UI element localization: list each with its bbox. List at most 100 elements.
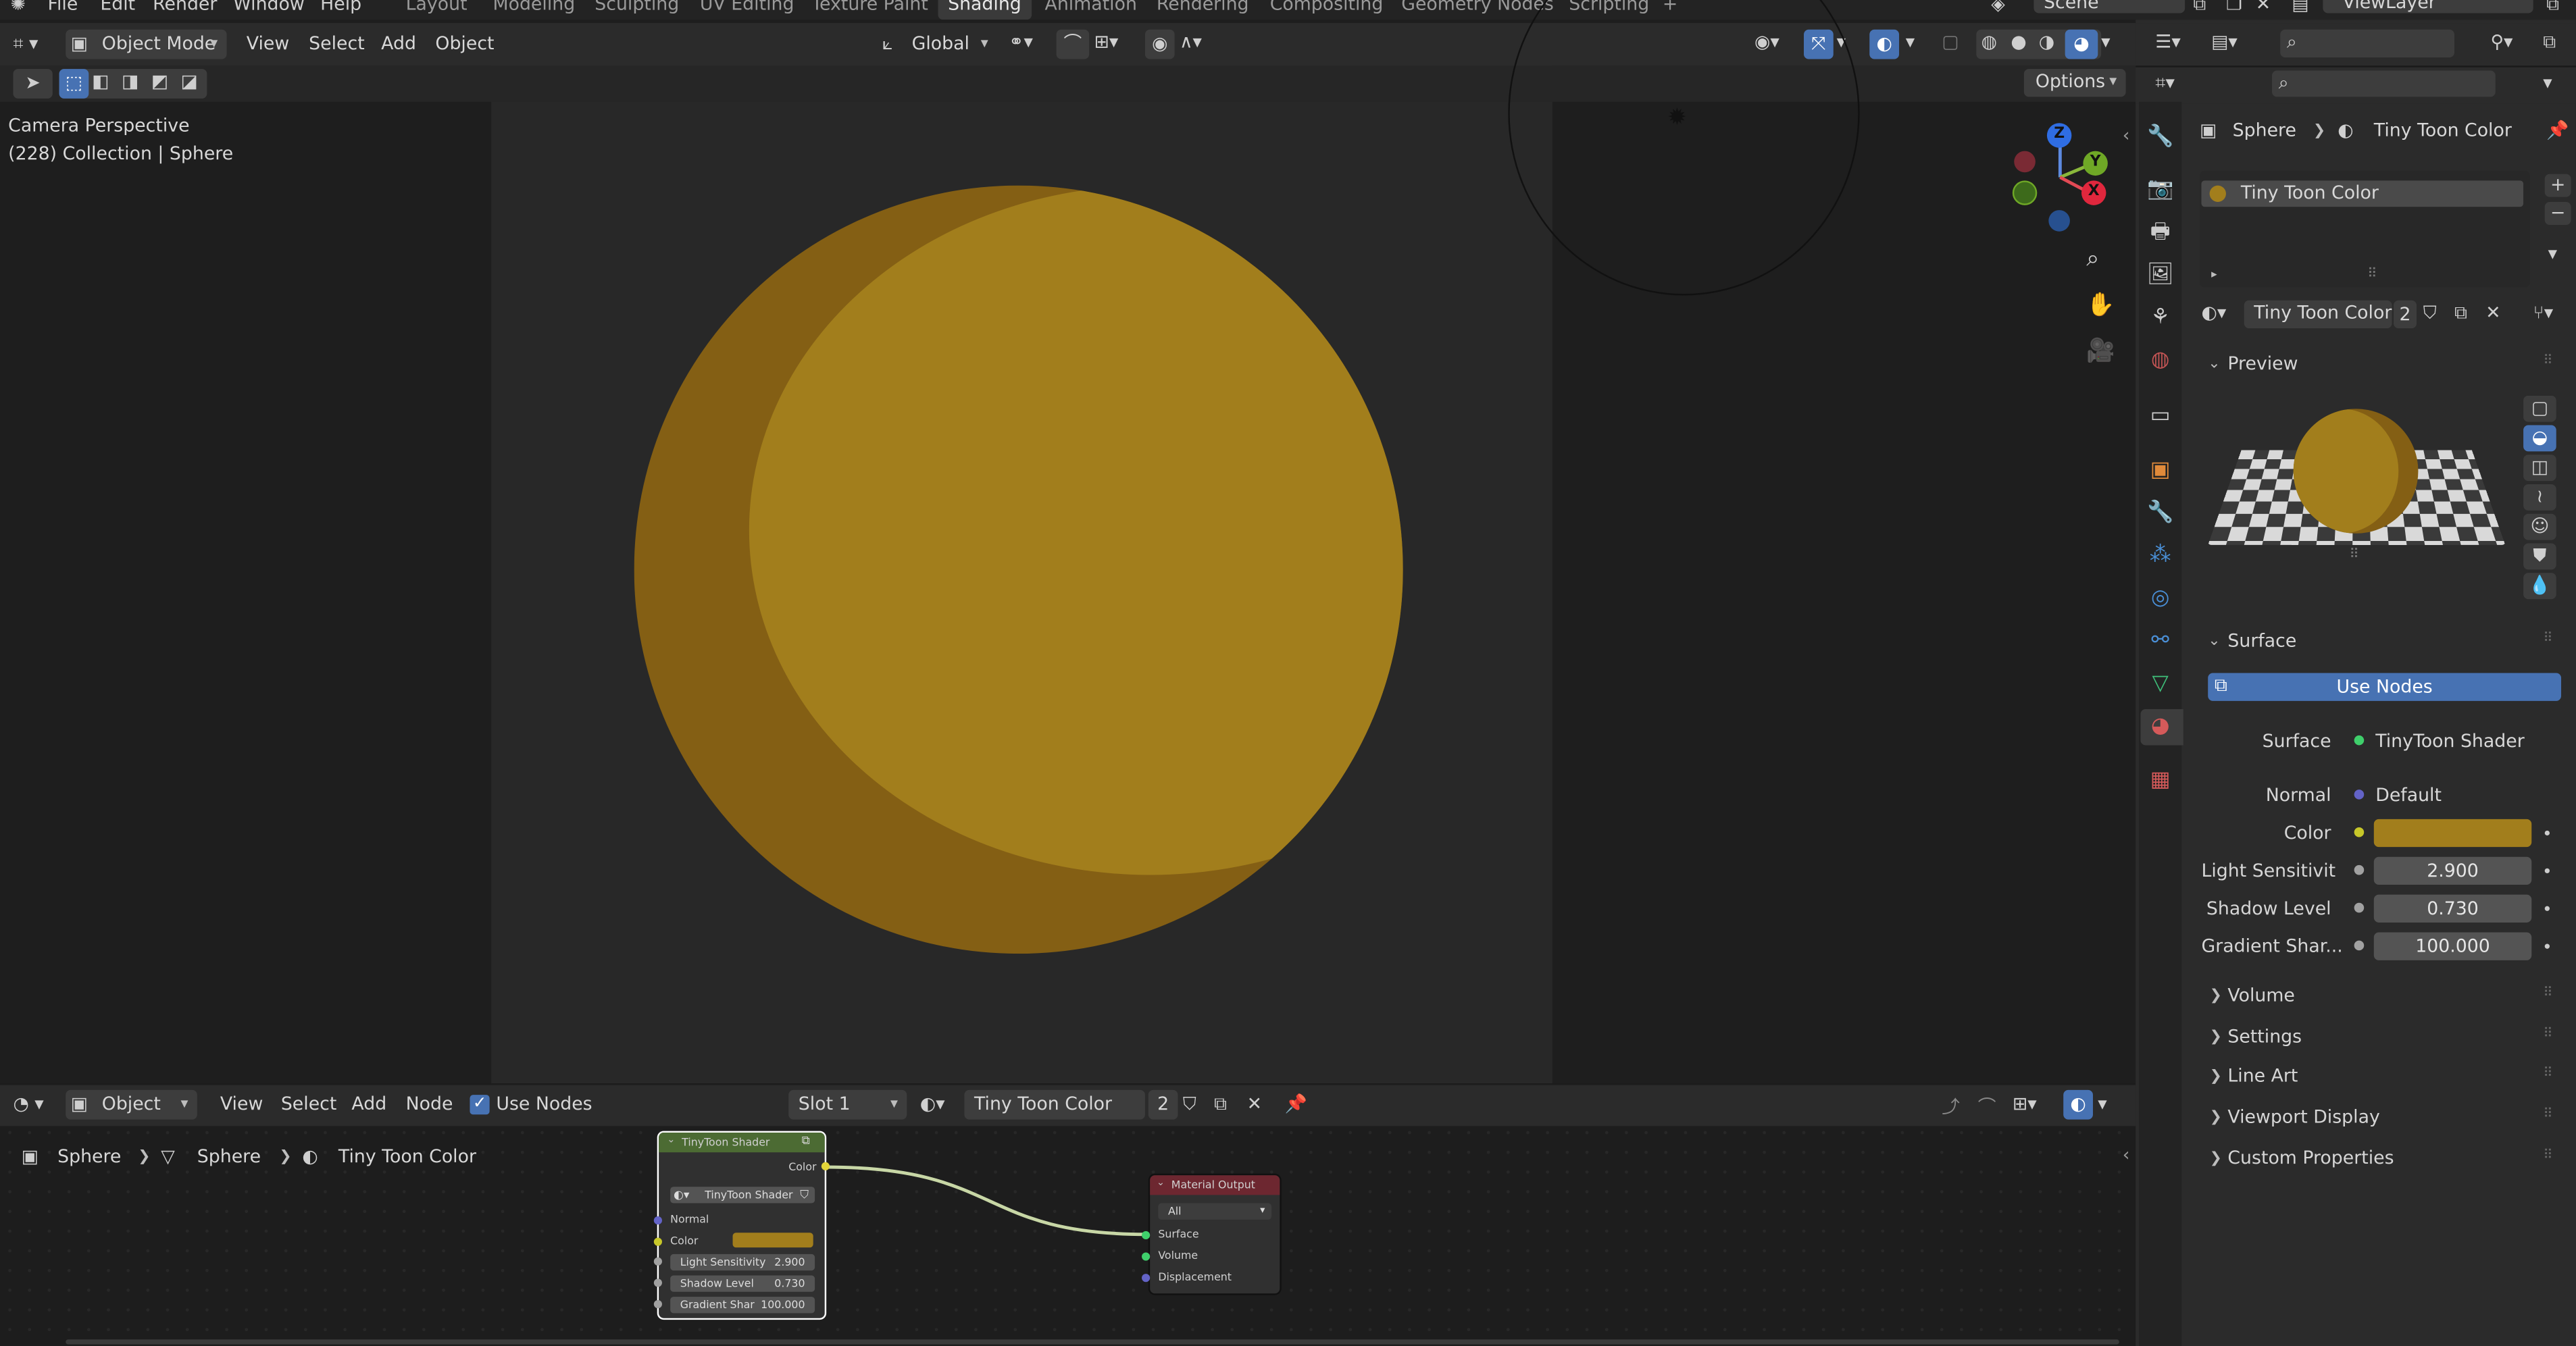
duplicate-material-icon[interactable]: ⧉ — [1214, 1093, 1227, 1116]
node-menu-view[interactable]: View — [220, 1093, 263, 1115]
node-object-selector[interactable]: ▣ Object ▾ — [66, 1089, 197, 1120]
menu-file[interactable]: File — [48, 0, 78, 15]
chevron-right-icon[interactable]: ❯ — [2210, 1151, 2222, 1167]
node-material-name-field[interactable]: Tiny Toon Color — [964, 1089, 1145, 1120]
tab-layout[interactable]: Layout — [406, 0, 468, 15]
preview-sphere-button[interactable]: ◒ — [2523, 425, 2556, 452]
parent-node-icon[interactable]: ⤴ — [1942, 1093, 1960, 1120]
settings-panel-header[interactable]: Settings — [2227, 1026, 2302, 1047]
preview-cube-button[interactable]: ◫ — [2523, 455, 2556, 482]
render-tab-icon[interactable]: 📷 — [2144, 174, 2177, 207]
shadow-level-field[interactable]: 0.730 — [2373, 894, 2532, 923]
node-menu-select[interactable]: Select — [281, 1093, 337, 1115]
node-material-users[interactable]: 2 — [1148, 1089, 1178, 1120]
socket-input-normal[interactable] — [653, 1216, 662, 1225]
socket-input-volume[interactable] — [1142, 1252, 1151, 1261]
shading-dropdown-icon[interactable]: ▾ — [2101, 31, 2110, 53]
select-extend-icon[interactable]: ◧ — [92, 71, 109, 93]
node-link-color-surface[interactable] — [822, 1158, 1158, 1248]
world-tab-icon[interactable]: ◍ — [2144, 344, 2177, 378]
view-layer-tab-icon[interactable]: 🖼 — [2144, 259, 2177, 292]
node-overlay-toggle[interactable]: ◐ — [2063, 1089, 2093, 1120]
blender-logo-icon[interactable]: ✺ — [7, 0, 30, 15]
outliner-search-input[interactable]: ⌕ — [2280, 29, 2454, 58]
pivot-icon[interactable]: ⚭▾ — [1009, 31, 1033, 53]
normal-input[interactable]: Default — [2371, 781, 2535, 809]
tab-geometry-nodes[interactable]: Geometry Nodes — [1401, 0, 1554, 15]
surface-shader-selector[interactable]: TinyToon Shader — [2371, 727, 2535, 755]
new-collection-icon[interactable]: ⧉ — [2543, 31, 2556, 54]
duplicate-material-icon[interactable]: ⧉ — [2454, 302, 2467, 325]
socket-input-color[interactable] — [653, 1237, 662, 1246]
chevron-right-icon[interactable]: ❯ — [2210, 1110, 2222, 1126]
node-light-sensitivity-field[interactable]: Light Sensitivity 2.900 — [670, 1253, 815, 1271]
material-browse-icon[interactable]: ◐▾ — [2201, 302, 2226, 323]
preview-flat-button[interactable]: ▢ — [2523, 395, 2556, 422]
fake-user-icon[interactable]: ⛉ — [2423, 302, 2437, 325]
material-browse-icon[interactable]: ◐▾ — [920, 1093, 945, 1115]
select-new-button[interactable]: ⬚ — [59, 69, 89, 99]
preview-monkey-button[interactable]: ☺ — [2523, 513, 2556, 540]
scene-copy-icon[interactable]: ❐ — [2226, 0, 2242, 15]
material-users[interactable]: 2 — [2393, 300, 2417, 329]
viewport-menu-add[interactable]: Add — [381, 33, 416, 55]
properties-search-input[interactable]: ⌕ — [2272, 70, 2496, 97]
options-dropdown[interactable]: Options ▾ — [2023, 69, 2126, 97]
node-snap-target-icon[interactable]: ⊞▾ — [2013, 1093, 2037, 1115]
collection-tab-icon[interactable]: ▭ — [2144, 400, 2177, 434]
chevron-right-icon[interactable]: ❯ — [2210, 1068, 2222, 1085]
output-target-selector[interactable]: All ▾ — [1158, 1203, 1272, 1220]
scene-icon[interactable]: ◈ — [1991, 0, 2005, 15]
node-gradient-sharpness-field[interactable]: Gradient Shar 100.000 — [670, 1297, 815, 1314]
gizmo-z-axis[interactable]: Z — [2046, 123, 2072, 148]
select-intersect-icon[interactable]: ◪ — [180, 71, 197, 93]
gizmo-x-axis[interactable]: X — [2081, 180, 2106, 205]
fake-user-icon[interactable]: ⛉ — [1183, 1093, 1196, 1116]
use-nodes-button[interactable]: ⧉ Use Nodes — [2208, 673, 2562, 701]
zoom-icon[interactable]: ⌕ — [2086, 247, 2099, 273]
mode-selector[interactable]: ▣ Object Mode ▾ — [66, 29, 227, 59]
pin-icon[interactable]: 📌 — [1285, 1093, 1307, 1115]
falloff-icon[interactable]: ∧▾ — [1180, 31, 1202, 53]
drag-handle[interactable]: ⠿ — [2543, 985, 2552, 1000]
snap-toggle[interactable]: ⌒ — [1056, 29, 1090, 59]
resize-handle[interactable]: ⠿ — [2349, 546, 2358, 561]
custom-properties-panel-header[interactable]: Custom Properties — [2227, 1147, 2394, 1169]
properties-options-icon[interactable]: ▾ — [2543, 72, 2552, 94]
tab-uv-editing[interactable]: UV Editing — [700, 0, 794, 15]
viewport-display-panel-header[interactable]: Viewport Display — [2227, 1106, 2379, 1128]
proportional-edit-toggle[interactable]: ◉ — [1144, 29, 1175, 59]
drag-handle[interactable]: ⠿ — [2543, 353, 2552, 368]
rendered-shading-button[interactable]: ◕ — [2065, 29, 2098, 59]
gradient-sharpness-field[interactable]: 100.000 — [2373, 932, 2532, 960]
tab-sculpting[interactable]: Sculpting — [595, 0, 679, 15]
sidebar-toggle-icon[interactable]: ‹ — [2123, 125, 2130, 147]
keyframe-dot[interactable] — [2544, 830, 2550, 836]
node-menu-add[interactable]: Add — [351, 1093, 386, 1115]
hand-pan-icon[interactable]: ✋ — [2086, 292, 2115, 319]
overlay-dropdown-icon[interactable]: ▾ — [1906, 31, 1915, 53]
collapse-chevron-icon[interactable]: ⌄ — [667, 1134, 675, 1145]
unlink-material-icon[interactable]: ✕ — [2485, 302, 2500, 323]
sphere-object[interactable] — [634, 185, 1403, 954]
tab-texture-paint[interactable]: Texture Paint — [811, 0, 928, 15]
tab-shading[interactable]: Shading — [938, 0, 1032, 20]
tab-compositing[interactable]: Compositing — [1270, 0, 1384, 15]
camera-view-icon[interactable]: 🎥 — [2086, 338, 2115, 365]
solid-shading-icon[interactable]: ● — [2011, 31, 2026, 53]
socket-input-surface[interactable] — [1142, 1231, 1151, 1240]
horizontal-scrollbar[interactable] — [66, 1339, 2119, 1345]
modifier-tab-icon[interactable]: 🔧 — [2144, 497, 2177, 530]
view-layer-new-icon[interactable]: ⧉ — [2546, 0, 2559, 16]
object-tab-icon[interactable]: ▣ — [2144, 455, 2177, 488]
material-slot-item[interactable]: Tiny Toon Color — [2201, 180, 2524, 207]
expand-icon[interactable]: ▸ — [2211, 267, 2217, 280]
scene-selector[interactable]: Scene — [2034, 0, 2186, 14]
node-editor-type-icon[interactable]: ◔ ▾ — [13, 1093, 43, 1115]
drag-handle[interactable]: ⠿ — [2543, 1065, 2552, 1080]
socket-input-displacement[interactable] — [1142, 1274, 1151, 1283]
filter-icon[interactable]: ⚲▾ — [2490, 31, 2512, 53]
pin-icon[interactable]: 📌 — [2546, 120, 2569, 141]
preview-hair-button[interactable]: ≀ — [2523, 484, 2556, 511]
navigation-gizmo[interactable]: Z Y X — [2004, 118, 2123, 236]
